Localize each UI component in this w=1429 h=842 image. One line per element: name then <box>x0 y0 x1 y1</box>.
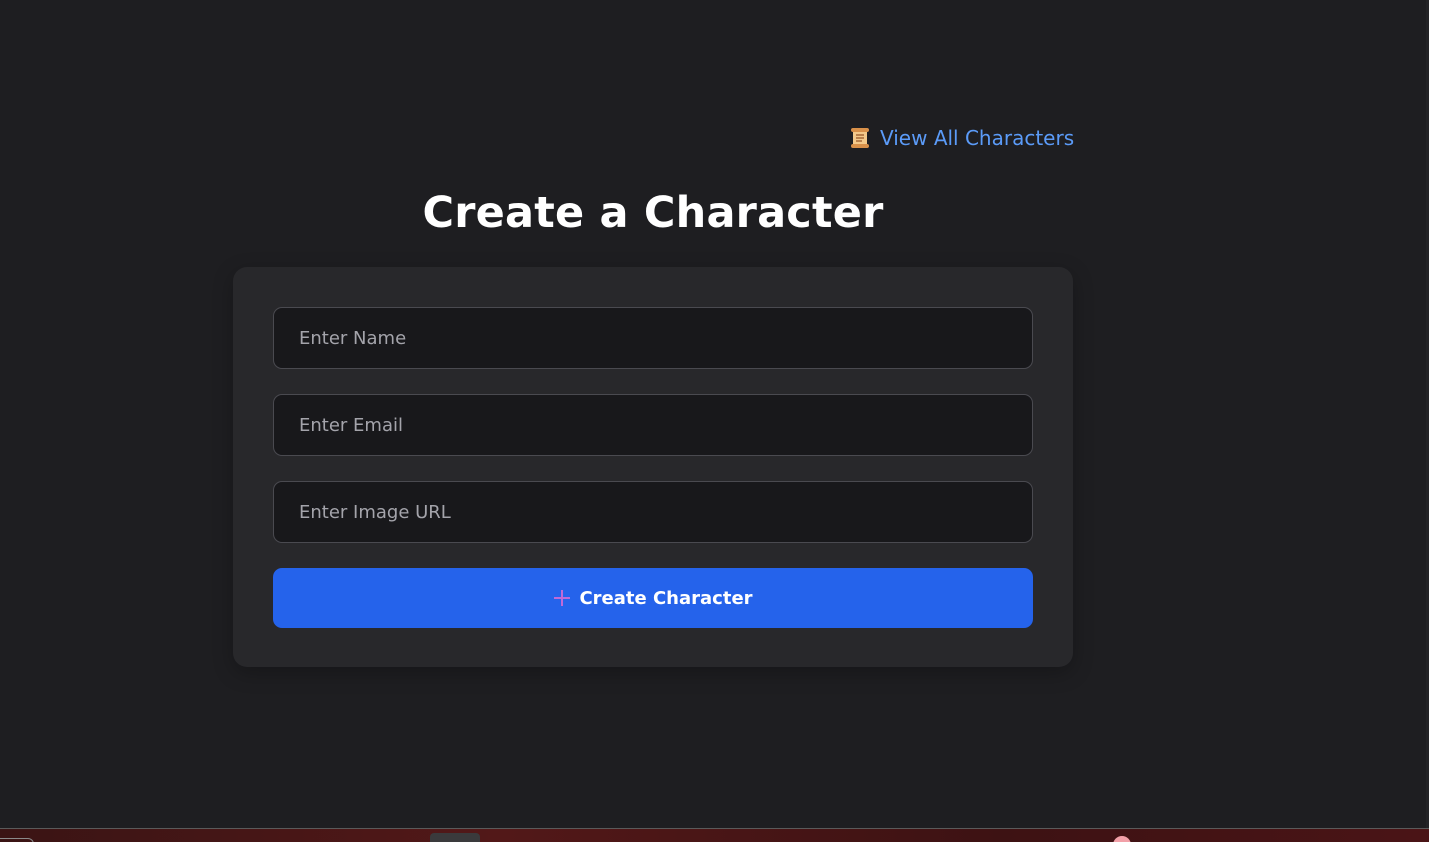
taskbar-start-icon[interactable] <box>0 838 34 842</box>
plus-icon <box>554 590 571 606</box>
taskbar-app-icon[interactable] <box>430 833 480 842</box>
page: View All Characters Create a Character C… <box>0 0 1429 842</box>
email-input[interactable] <box>273 394 1033 456</box>
view-all-characters-label: View All Characters <box>880 126 1075 150</box>
character-form-card: Create Character <box>233 267 1073 667</box>
scroll-icon <box>851 128 869 148</box>
create-character-button[interactable]: Create Character <box>273 568 1033 628</box>
view-all-characters-link[interactable]: View All Characters <box>849 126 1074 150</box>
name-input[interactable] <box>273 307 1033 369</box>
taskbar <box>0 828 1429 842</box>
create-character-label: Create Character <box>579 587 753 609</box>
image-url-input[interactable] <box>273 481 1033 543</box>
page-title: Create a Character <box>422 188 884 238</box>
taskbar-notification-icon[interactable] <box>1113 836 1131 842</box>
